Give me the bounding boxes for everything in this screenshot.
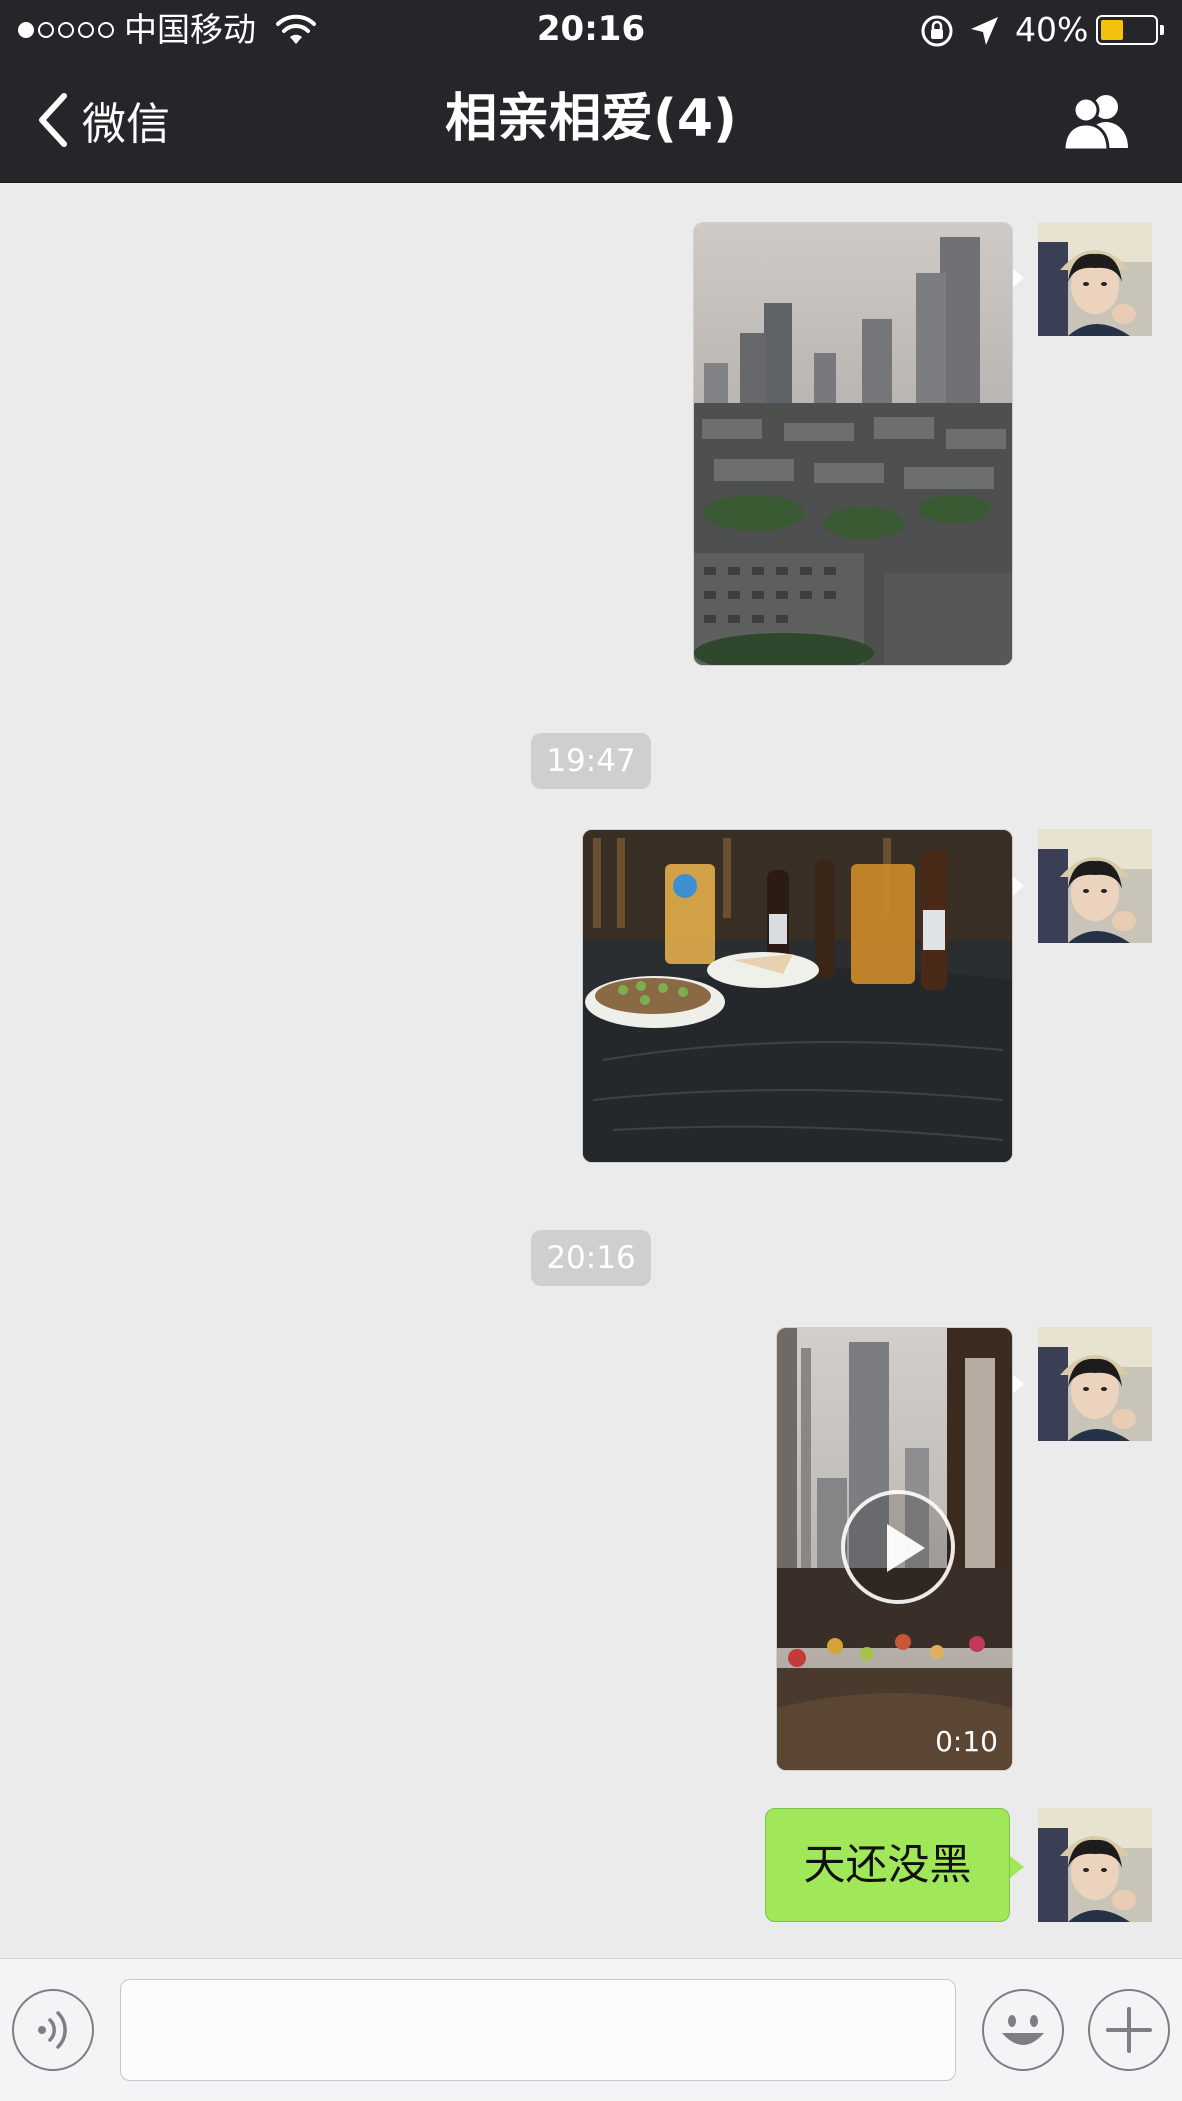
group-members-icon[interactable] (1062, 90, 1132, 152)
avatar[interactable] (1038, 829, 1152, 943)
message-input[interactable] (120, 1979, 956, 2081)
bubble-tail (1010, 1856, 1024, 1878)
timestamp: 20:16 (531, 1230, 651, 1286)
plus-icon (1106, 2007, 1152, 2053)
voice-button[interactable] (12, 1989, 94, 2071)
chat-title: 相亲相爱(4) (445, 89, 737, 149)
navigation-bar: 微信 相亲相爱(4) (0, 60, 1182, 183)
timestamp: 19:47 (531, 733, 651, 789)
video-message[interactable]: 0:10 (776, 1327, 1013, 1771)
avatar[interactable] (1038, 1808, 1152, 1922)
rotation-lock-icon (921, 15, 953, 47)
status-bar: 中国移动 20:16 40% (0, 0, 1182, 60)
emoji-button[interactable] (982, 1989, 1064, 2071)
input-bar (0, 1958, 1182, 2101)
battery-icon (1096, 15, 1164, 45)
clock: 20:16 (536, 9, 646, 49)
play-icon[interactable] (841, 1490, 955, 1604)
text-message[interactable]: 天还没黑 (765, 1808, 1010, 1922)
emoji-icon (1002, 2015, 1044, 2045)
location-arrow-icon (971, 17, 998, 45)
avatar[interactable] (1038, 1327, 1152, 1441)
voice-icon (38, 2011, 67, 2049)
more-button[interactable] (1088, 1989, 1170, 2071)
avatar[interactable] (1038, 222, 1152, 336)
video-duration: 0:10 (935, 1725, 998, 1758)
image-message-city[interactable] (693, 222, 1013, 666)
image-message-drinks[interactable] (582, 829, 1013, 1163)
battery-percentage: 40% (1015, 10, 1089, 49)
